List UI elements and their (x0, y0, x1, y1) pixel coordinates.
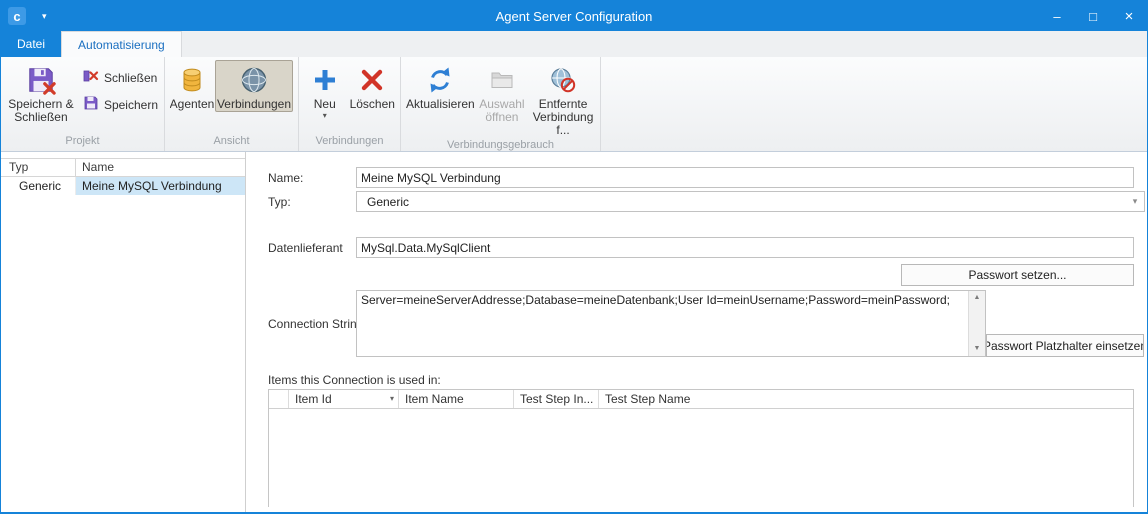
group-label-verbindungen: Verbindungen (299, 134, 400, 151)
connection-string-label: Connection String (268, 317, 363, 331)
globe-search-icon (549, 63, 577, 97)
app-window: c ▾ Agent Server Configuration – □ × Dat… (0, 0, 1148, 514)
tab-automatisierung[interactable]: Automatisierung (61, 31, 182, 57)
window-title: Agent Server Configuration (1, 9, 1147, 24)
new-connection-label: Neu (314, 98, 336, 111)
group-label-projekt: Projekt (1, 134, 164, 151)
group-label-verbindungsgebrauch: Verbindungsgebrauch (401, 138, 600, 153)
connection-list-row[interactable]: Generic Meine MySQL Verbindung (1, 177, 245, 195)
remote-connection-button[interactable]: Entfernte Verbindung f... (528, 60, 598, 138)
connections-view-label: Verbindungen (217, 98, 291, 111)
database-icon (177, 63, 207, 97)
projekt-small-buttons: Schließen Speichern (79, 67, 162, 115)
column-header-item-name[interactable]: Item Name (399, 390, 514, 408)
quick-access-chevron-icon[interactable]: ▾ (42, 11, 47, 22)
open-selection-button: Auswahl öffnen (476, 60, 528, 125)
connections-view-button[interactable]: Verbindungen (215, 60, 293, 112)
insert-password-placeholder-button[interactable]: Passwort Platzhalter einsetzen (986, 334, 1144, 357)
set-password-button[interactable]: Passwort setzen... (901, 264, 1134, 286)
group-label-ansicht: Ansicht (165, 134, 298, 151)
globe-icon (239, 63, 269, 97)
ribbon-group-ansicht: Agenten Verbindungen Ansicht (165, 57, 299, 151)
delete-connection-label: Löschen (350, 98, 395, 111)
provider-label: Datenlieferant (268, 241, 343, 255)
column-header-test-step-name[interactable]: Test Step Name (599, 390, 1133, 408)
column-header-test-step-in[interactable]: Test Step In... (514, 390, 599, 408)
ribbon-group-verbindungen: Neu ▾ Löschen Verbindungen (299, 57, 401, 151)
connection-name-cell[interactable]: Meine MySQL Verbindung (76, 177, 245, 195)
filter-arrow-icon[interactable]: ▾ (390, 390, 394, 408)
close-button[interactable]: × (1111, 1, 1147, 31)
row-indicator-column (269, 390, 289, 408)
ribbon-tab-strip: Datei Automatisierung (1, 31, 1147, 57)
ribbon-group-verbindungsgebrauch: Aktualisieren Auswahl öffnen (401, 57, 601, 151)
delete-x-icon (359, 63, 385, 97)
items-table-header: Item Id ▾ Item Name Test Step In... Test… (269, 390, 1133, 409)
save-and-close-button[interactable]: Speichern & Schließen (5, 60, 77, 125)
connection-string-textarea[interactable]: Server=meineServerAddresse;Database=mein… (356, 290, 986, 357)
refresh-icon (426, 63, 454, 97)
column-header-name[interactable]: Name (76, 159, 245, 176)
name-label: Name: (268, 171, 303, 185)
items-caption: Items this Connection is used in: (268, 373, 441, 387)
save-close-icon (26, 63, 56, 97)
close-project-button[interactable]: Schließen (79, 67, 162, 88)
refresh-label: Aktualisieren (406, 98, 475, 111)
app-icon[interactable]: c (8, 7, 26, 25)
textarea-scrollbar[interactable]: ▲ ▼ (968, 291, 985, 356)
typ-dropdown-value: Generic (357, 195, 409, 209)
open-selection-label: Auswahl öffnen (477, 98, 527, 124)
connection-list-header: Typ Name (1, 158, 245, 177)
save-icon (83, 95, 99, 114)
provider-input[interactable] (356, 237, 1134, 258)
minimize-button[interactable]: – (1039, 1, 1075, 31)
refresh-button[interactable]: Aktualisieren (405, 60, 476, 112)
ribbon-group-projekt: Speichern & Schließen Schließen (1, 57, 165, 151)
content-area: Typ Name Generic Meine MySQL Verbindung … (1, 152, 1147, 512)
connection-list-panel: Typ Name Generic Meine MySQL Verbindung (1, 152, 246, 512)
chevron-down-icon[interactable]: ▾ (1126, 196, 1144, 207)
ribbon: Speichern & Schließen Schließen (1, 57, 1147, 152)
save-label: Speichern (104, 98, 158, 112)
close-project-label: Schließen (104, 71, 157, 85)
scroll-up-icon[interactable]: ▲ (969, 291, 985, 305)
connection-detail-form: Name: Typ: Generic ▾ Datenlieferant Pass… (247, 152, 1147, 512)
new-connection-button[interactable]: Neu ▾ (303, 60, 347, 121)
column-header-item-id[interactable]: Item Id ▾ (289, 390, 399, 408)
folder-icon (489, 63, 515, 97)
title-bar: c ▾ Agent Server Configuration – □ × (1, 1, 1147, 31)
scroll-down-icon[interactable]: ▼ (969, 342, 985, 356)
typ-label: Typ: (268, 195, 291, 209)
typ-dropdown[interactable]: Generic ▾ (356, 191, 1145, 212)
plus-icon (312, 63, 338, 97)
remote-connection-label: Entfernte Verbindung f... (529, 98, 597, 137)
close-project-icon (83, 68, 99, 87)
tab-datei[interactable]: Datei (1, 31, 61, 57)
delete-connection-button[interactable]: Löschen (347, 60, 398, 112)
connection-typ-cell[interactable]: Generic (1, 177, 76, 195)
save-button[interactable]: Speichern (79, 94, 162, 115)
name-input[interactable] (356, 167, 1134, 188)
window-controls: – □ × (1039, 1, 1147, 31)
items-table-body[interactable] (269, 409, 1133, 507)
maximize-button[interactable]: □ (1075, 1, 1111, 31)
item-id-label: Item Id (295, 390, 332, 408)
save-and-close-label: Speichern & Schließen (6, 98, 76, 124)
agents-label: Agenten (170, 98, 215, 111)
items-table: Item Id ▾ Item Name Test Step In... Test… (268, 389, 1134, 507)
agents-button[interactable]: Agenten (169, 60, 215, 112)
column-header-typ[interactable]: Typ (1, 159, 76, 176)
new-dropdown-icon[interactable]: ▾ (323, 112, 327, 120)
